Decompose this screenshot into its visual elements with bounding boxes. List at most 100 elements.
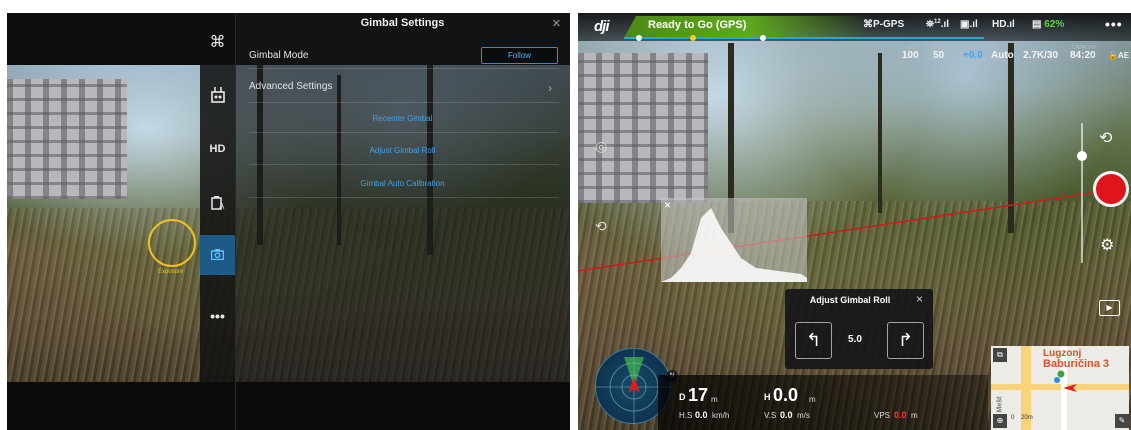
map-expand-icon[interactable]: ⧉ [993,348,1007,362]
roll-right-button[interactable]: ↱ [887,322,924,359]
aircraft-position-marker [1054,370,1077,392]
chevron-right-icon: › [548,81,552,95]
hd-label: HD [992,19,1007,30]
zoom-slider[interactable] [1081,123,1083,263]
signal-bars-icon: .ıl [940,19,950,30]
divider [235,13,236,430]
signal-bars-icon: .ıl [969,19,978,30]
histogram-close-icon[interactable]: × [664,198,671,212]
dialog-title: Adjust Gimbal Roll [809,295,891,305]
hspeed-value: 0.0 [695,410,708,420]
page-title: Gimbal Settings [360,17,445,29]
hspeed-unit: km/h [712,411,730,420]
divider [249,132,559,133]
scale-zero: 0 [1011,415,1015,421]
wb-value[interactable]: Auto [991,50,1014,61]
hspeed-label: H.S [679,411,693,420]
ev-value[interactable]: +0.0 [963,50,983,61]
vspeed-unit: m/s [797,411,810,420]
remote-controller-icon[interactable] [200,87,235,107]
remote-controller-icon [210,87,225,103]
record-button[interactable] [1093,171,1129,207]
distance-value: 17 [688,385,709,405]
adjust-gimbal-roll-button[interactable]: Adjust Gimbal Roll [235,146,570,155]
ready-status-text: Ready to Go (GPS) [648,19,747,31]
recenter-gimbal-button[interactable]: Recenter Gimbal [235,114,570,123]
ae-lock[interactable]: 🔓AE [1108,51,1129,60]
takeoff-icon[interactable]: ◎ [595,138,607,155]
exposure-dial[interactable] [148,219,196,267]
height-unit: m [809,395,816,404]
hd-signal-status[interactable]: HD.ıl [992,19,1015,30]
flight-mode-text: P-GPS [873,19,905,30]
battery-icon: ▤ [1032,19,1042,30]
aircraft-icon[interactable]: ⌘ [200,33,235,53]
close-icon[interactable]: × [552,15,561,32]
scale-value: 20m [1021,415,1033,421]
roll-value: 5.0 [848,334,862,345]
gps-sat-count: 12 [934,19,941,25]
zoom-icon[interactable]: ⊕ [993,414,1007,428]
resolution-value[interactable]: 2.7K/30 [1023,50,1058,61]
svg-text:A: A [219,202,225,210]
vps-label: VPS [874,411,891,420]
camera-settings-tab[interactable] [200,235,235,275]
left-screenshot: ⌘ HD A ••• Gimbal Settings × Gimbal Mode… [7,13,570,430]
advanced-settings-row[interactable]: Advanced Settings [249,81,332,92]
iso-value[interactable]: 100 [902,50,919,61]
vps-unit: m [911,411,918,420]
divider [249,68,559,69]
progress-dot [760,35,766,41]
dji-logo[interactable]: dji [594,18,609,35]
flight-progress-line [624,37,984,39]
building [7,79,127,199]
exposure-label: Exposure [158,269,184,275]
more-button[interactable]: ••• [1105,16,1123,32]
battery-icon[interactable]: A [200,195,235,215]
battery-percent: 62% [1044,19,1065,30]
right-screenshot: dji Ready to Go (GPS) ⌘P-GPS ⛯12.ıl ▣.ıl… [578,13,1131,430]
divider [249,197,559,198]
settings-rail [200,65,235,382]
lock-icon: 🔓 [1108,51,1118,60]
flight-mode-status[interactable]: ⌘P-GPS [863,19,904,30]
histogram-graph [661,208,807,282]
vps-value: 0.0 [894,410,907,420]
gimbal-auto-calibration-button[interactable]: Gimbal Auto Calibration [235,179,570,188]
hd-transmission-button[interactable]: HD [200,139,235,159]
gimbal-mode-select[interactable]: Follow [481,47,558,64]
map-side-label: Mešt [996,396,1004,413]
divider [249,164,559,165]
histogram[interactable] [661,198,807,282]
map-settings-icon[interactable]: ✎ [1115,414,1129,428]
height-label: H [764,392,771,402]
roll-left-button[interactable]: ↰ [795,322,832,359]
gps-status[interactable]: ⛯12.ıl [926,19,949,30]
shutter-value[interactable]: 50 [933,50,944,61]
switch-camera-mode-icon[interactable]: ⟲ [1099,128,1112,148]
gimbal-mode-label: Gimbal Mode [249,50,309,61]
divider [249,102,559,103]
satellite-icon: ⛯ [926,19,934,30]
battery-status[interactable]: ▤ 62% [1032,19,1064,30]
capacity-value: 84:20 [1070,50,1096,61]
camera-settings-icon[interactable]: ⚙ [1100,235,1114,255]
progress-dot [690,35,696,41]
vspeed-value: 0.0 [780,410,793,420]
more-button[interactable]: ••• [200,306,235,326]
vspeed-label: V.S [764,411,777,420]
progress-dot [636,35,642,41]
battery-icon: A [210,196,225,211]
aircraft-icon: ⌘ [863,19,873,30]
signal-bars-icon: .ıl [1006,19,1015,30]
distance-unit: m [711,395,718,404]
return-home-icon[interactable]: ⟲ [595,218,607,235]
camera-icon [210,249,225,261]
bottom-bar [7,382,570,430]
zoom-slider-knob[interactable] [1077,151,1087,161]
playback-button[interactable]: ▶ [1099,300,1120,316]
distance-label: D [679,392,686,402]
close-icon[interactable]: × [916,292,923,306]
map-scale: 0 20m [1011,415,1033,421]
rc-signal-status[interactable]: ▣.ıl [960,19,978,30]
